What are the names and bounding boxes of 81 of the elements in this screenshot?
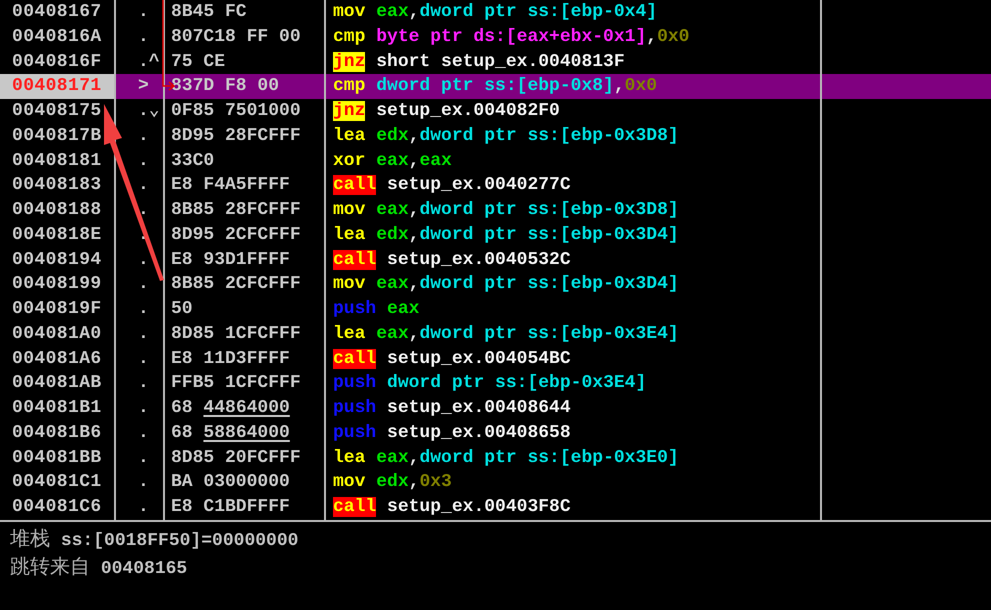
hex-bytes: 68 44864000 — [171, 398, 290, 418]
instruction-text: cmp dword ptr ss:[ebp-0x8],0x0 — [333, 76, 658, 96]
jump-marker: .^ — [138, 52, 160, 72]
hex-bytes: 8D85 20FCFFF — [171, 448, 301, 468]
jump-marker: . — [138, 373, 149, 394]
jump-marker: . — [138, 299, 149, 319]
instruction-text: jnz setup_ex.004082F0 — [333, 101, 560, 121]
instruction-text: lea eax,dword ptr ss:[ebp-0x3E0] — [333, 448, 679, 468]
instruction-text: call setup_ex.0040532C — [333, 250, 571, 270]
address-cell: 00408171 — [0, 74, 116, 99]
hex-bytes: E8 F4A5FFFF — [171, 175, 290, 196]
instruction-text: push eax — [333, 299, 420, 319]
jump-marker: . — [138, 324, 149, 344]
instruction-text: mov eax,dword ptr ss:[ebp-0x3D8] — [333, 200, 679, 220]
jump-marker: . — [138, 250, 149, 270]
hex-bytes: BA 03000000 — [171, 472, 290, 492]
hex-bytes: FFB5 1CFCFFF — [171, 373, 301, 394]
jump-marker: . — [138, 126, 149, 146]
info-line: 堆栈 ss:[0018FF50]=00000000 — [10, 526, 300, 553]
jump-marker: . — [138, 472, 149, 492]
hex-bytes: 807C18 FF 00 — [171, 26, 301, 47]
instruction-text: push setup_ex.00408658 — [333, 422, 571, 443]
hex-bytes: E8 93D1FFFF — [171, 250, 290, 270]
jump-marker: . — [138, 497, 149, 517]
hex-bytes: 8B85 28FCFFF — [171, 200, 301, 220]
hex-bytes: 837D F8 00 — [171, 76, 280, 96]
hex-bytes: E8 C1BDFFFF — [171, 497, 290, 517]
instruction-text: call setup_ex.004054BC — [333, 348, 571, 368]
address-cell: 0040818E — [0, 222, 116, 248]
hex-bytes: 75 CE — [171, 52, 226, 72]
jump-marker: . — [138, 422, 149, 443]
info-line: 跳转来自 00408165 — [10, 554, 188, 581]
hex-bytes: 50 — [171, 299, 193, 319]
instruction-text: mov edx,0x3 — [333, 472, 452, 492]
jump-marker: . — [138, 348, 149, 368]
instruction-text: lea edx,dword ptr ss:[ebp-0x3D8] — [333, 126, 679, 146]
address-cell: 004081AB — [0, 371, 116, 396]
instruction-text: push dword ptr ss:[ebp-0x3E4] — [333, 373, 646, 394]
address-cell: 0040819F — [0, 297, 116, 322]
address-cell: 00408194 — [0, 248, 116, 272]
jump-marker: . — [138, 274, 149, 294]
address-cell: 004081A6 — [0, 346, 116, 372]
jump-marker: . — [138, 26, 149, 47]
jump-marker: . — [138, 150, 149, 170]
instruction-text: lea edx,dword ptr ss:[ebp-0x3D4] — [333, 224, 679, 245]
hex-bytes: 8D95 28FCFFF — [171, 126, 301, 146]
instruction-text: push setup_ex.00408644 — [333, 398, 571, 418]
hex-bytes: 68 58864000 — [171, 422, 290, 443]
instruction-text: cmp byte ptr ds:[eax+ebx-0x1],0x0 — [333, 26, 690, 47]
address-cell: 004081B1 — [0, 396, 116, 421]
hex-bytes: 8B45 FC — [171, 2, 247, 22]
instruction-text: lea eax,dword ptr ss:[ebp-0x3E4] — [333, 324, 679, 344]
address-cell: 004081C1 — [0, 470, 116, 495]
hex-bytes: 8D85 1CFCFFF — [171, 324, 301, 344]
jump-marker: . — [138, 175, 149, 196]
jump-marker: .⌄ — [138, 101, 160, 121]
jump-marker: . — [138, 448, 149, 468]
address-cell: 00408199 — [0, 272, 116, 297]
address-cell: 00408167 — [0, 0, 116, 25]
instruction-text: jnz short setup_ex.0040813F — [333, 52, 625, 72]
hex-bytes: 33C0 — [171, 150, 214, 170]
jump-marker: > — [138, 76, 149, 96]
hex-bytes: 0F85 7501000 — [171, 101, 301, 121]
address-cell: 004081A0 — [0, 322, 116, 346]
instruction-text: xor eax,eax — [333, 150, 452, 170]
address-cell: 00408183 — [0, 173, 116, 198]
address-cell: 0040816A — [0, 24, 116, 50]
hex-bytes: E8 11D3FFFF — [171, 348, 290, 368]
jump-marker: . — [138, 2, 149, 22]
instruction-text: call setup_ex.00403F8C — [333, 497, 571, 517]
hex-bytes: 8D95 2CFCFFF — [171, 224, 301, 245]
address-cell: 004081BB — [0, 446, 116, 470]
address-cell: 004081C6 — [0, 495, 116, 520]
jump-marker: . — [138, 398, 149, 418]
address-cell: 004081B6 — [0, 420, 116, 446]
instruction-text: mov eax,dword ptr ss:[ebp-0x4] — [333, 2, 658, 22]
hex-bytes: 8B85 2CFCFFF — [171, 274, 301, 294]
instruction-text: call setup_ex.0040277C — [333, 175, 571, 196]
address-cell: 00408188 — [0, 198, 116, 223]
instruction-text: mov eax,dword ptr ss:[ebp-0x3D4] — [333, 274, 679, 294]
jump-marker: . — [138, 200, 149, 220]
